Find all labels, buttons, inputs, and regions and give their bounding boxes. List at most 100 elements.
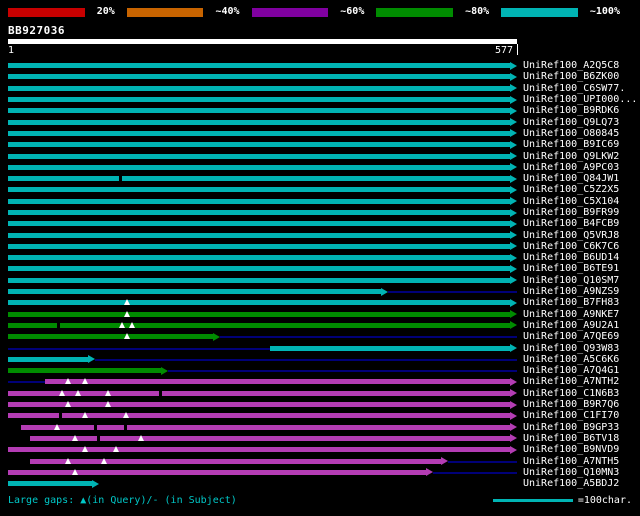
hit-bar[interactable] bbox=[8, 97, 510, 103]
hit-bar[interactable] bbox=[30, 435, 510, 441]
hit-label[interactable]: UniRef100_C5Z2X5 bbox=[523, 184, 619, 195]
hit-label[interactable]: UniRef100_A7NTH2 bbox=[523, 376, 619, 387]
hit-label[interactable]: UniRef100_Q84JW1 bbox=[523, 173, 619, 184]
hit-label[interactable]: UniRef100_A7Q4G1 bbox=[523, 365, 619, 376]
hit-label[interactable]: UniRef100_B9RDK6 bbox=[523, 105, 619, 116]
hit-label[interactable]: UniRef100_A9NZS9 bbox=[523, 286, 619, 297]
hit-bar[interactable] bbox=[8, 356, 89, 362]
hit-label[interactable]: UniRef100_A9U2A1 bbox=[523, 320, 619, 331]
hit-label[interactable]: UniRef100_Q5VRJ8 bbox=[523, 230, 619, 241]
hit-label[interactable]: UniRef100_C1N6B3 bbox=[523, 388, 619, 399]
alignment-row: UniRef100_Q9LKW2 bbox=[0, 150, 640, 162]
subject-gap-mark bbox=[158, 390, 162, 396]
hit-bar[interactable] bbox=[8, 300, 510, 306]
alignment-plot bbox=[8, 433, 517, 444]
hit-label[interactable]: UniRef100_C6K7C6 bbox=[523, 241, 619, 252]
alignment-row: UniRef100_B9RDK6 bbox=[0, 105, 640, 116]
hit-label[interactable]: UniRef100_B9R7Q6 bbox=[523, 399, 619, 410]
hit-label[interactable]: UniRef100_B9GP33 bbox=[523, 422, 619, 433]
hit-label[interactable]: UniRef100_A9NKE7 bbox=[523, 309, 619, 320]
hit-label[interactable]: UniRef100_B6UD14 bbox=[523, 252, 619, 263]
alignment-row: UniRef100_B9R7Q6 bbox=[0, 399, 640, 410]
hit-bar[interactable] bbox=[8, 108, 510, 114]
hit-bar[interactable] bbox=[8, 119, 510, 125]
hit-label[interactable]: UniRef100_B6TE91 bbox=[523, 263, 619, 274]
hit-bar[interactable] bbox=[8, 187, 510, 193]
hit-bar[interactable] bbox=[8, 289, 381, 295]
hit-bar[interactable] bbox=[8, 210, 510, 215]
hit-label[interactable]: UniRef100_A9PC03 bbox=[523, 162, 619, 173]
hit-label[interactable]: UniRef100_B9NVD9 bbox=[523, 444, 619, 455]
hit-bar[interactable] bbox=[8, 232, 510, 238]
hit-arrow-icon bbox=[510, 321, 517, 330]
hit-bar[interactable] bbox=[8, 255, 510, 261]
hit-bar[interactable] bbox=[8, 85, 510, 91]
alignment-plot bbox=[8, 230, 517, 241]
hit-arrow-icon bbox=[441, 457, 449, 466]
hit-label[interactable]: UniRef100_Q10SM7 bbox=[523, 275, 619, 286]
hit-label[interactable]: UniRef100_Q9LKW2 bbox=[523, 151, 619, 162]
hit-label[interactable]: UniRef100_B9IC69 bbox=[523, 139, 619, 150]
scale-seg-80 bbox=[376, 7, 454, 17]
hit-label[interactable]: UniRef100_C5X104 bbox=[523, 196, 619, 207]
alignment-plot bbox=[8, 422, 517, 433]
hit-bar[interactable] bbox=[8, 130, 510, 136]
hit-bar[interactable] bbox=[8, 63, 510, 69]
hit-label[interactable]: UniRef100_UPI000... bbox=[523, 94, 637, 105]
hit-bar[interactable] bbox=[8, 176, 510, 182]
alignment-plot bbox=[8, 354, 517, 365]
hit-bar[interactable] bbox=[30, 458, 442, 464]
alignment-plot bbox=[8, 467, 517, 478]
scale-seg-100 bbox=[501, 7, 578, 17]
query-start-coord: 1 bbox=[8, 45, 15, 56]
hit-bar[interactable] bbox=[8, 74, 510, 80]
alignment-plot bbox=[8, 173, 517, 184]
hit-arrow-icon bbox=[510, 174, 517, 183]
hit-bar[interactable] bbox=[8, 198, 510, 204]
hit-bar[interactable] bbox=[8, 402, 510, 408]
hit-bar[interactable] bbox=[8, 243, 510, 249]
hit-label[interactable]: UniRef100_A5BDJ2 bbox=[523, 478, 619, 489]
hit-bar[interactable] bbox=[8, 311, 510, 317]
hit-label[interactable]: UniRef100_B6TV18 bbox=[523, 433, 619, 444]
hit-bar[interactable] bbox=[8, 164, 510, 170]
hit-label[interactable]: UniRef100_A5C6K6 bbox=[523, 354, 619, 365]
hit-bar[interactable] bbox=[8, 334, 214, 340]
hit-bar[interactable] bbox=[45, 379, 510, 385]
hit-arrow-icon bbox=[510, 129, 517, 138]
alignment-plot bbox=[8, 162, 517, 173]
hit-label[interactable]: UniRef100_A7QE69 bbox=[523, 331, 619, 342]
alignment-plot bbox=[8, 388, 517, 399]
hit-bar[interactable] bbox=[8, 481, 93, 487]
hit-label[interactable]: UniRef100_A2Q5C8 bbox=[523, 60, 619, 71]
hit-label[interactable]: UniRef100_B6ZK00 bbox=[523, 71, 619, 82]
hit-bar[interactable] bbox=[270, 345, 510, 351]
hit-label[interactable]: UniRef100_B4FCB9 bbox=[523, 218, 619, 229]
hit-label[interactable]: UniRef100_C6SW77. bbox=[523, 83, 625, 94]
query-end-tick bbox=[517, 44, 518, 55]
hit-bar[interactable] bbox=[8, 322, 510, 328]
hit-label[interactable]: UniRef100_A7NTH5 bbox=[523, 456, 619, 467]
alignment-row: UniRef100_C5X104 bbox=[0, 196, 640, 207]
hit-label[interactable]: UniRef100_C1FI70 bbox=[523, 410, 619, 421]
hit-arrow-icon bbox=[510, 344, 517, 353]
hit-bar[interactable] bbox=[8, 368, 161, 374]
hit-bar[interactable] bbox=[8, 390, 510, 396]
hit-label[interactable]: UniRef100_B7FH83 bbox=[523, 297, 619, 308]
alignment-plot bbox=[8, 343, 517, 354]
hit-bar[interactable] bbox=[8, 277, 510, 283]
hit-label[interactable]: UniRef100_O80845 bbox=[523, 128, 619, 139]
alignment-plot bbox=[8, 94, 517, 105]
hit-label[interactable]: UniRef100_B9FR99 bbox=[523, 207, 619, 218]
hit-bar[interactable] bbox=[8, 266, 510, 272]
hit-label[interactable]: UniRef100_Q9LQ73 bbox=[523, 117, 619, 128]
hit-bar[interactable] bbox=[8, 142, 510, 148]
hit-bar[interactable] bbox=[8, 221, 510, 227]
hit-label[interactable]: UniRef100_Q93W83 bbox=[523, 343, 619, 354]
scale-seg-40 bbox=[126, 7, 204, 17]
hit-label[interactable]: UniRef100_Q10MN3 bbox=[523, 467, 619, 478]
hit-bar[interactable] bbox=[8, 153, 510, 159]
alignment-rows: UniRef100_A2Q5C8 UniRef100_B6ZK00 UniRef10… bbox=[0, 60, 640, 489]
alignment-row: UniRef100_B7FH83 bbox=[0, 297, 640, 308]
hit-bar[interactable] bbox=[8, 469, 427, 475]
